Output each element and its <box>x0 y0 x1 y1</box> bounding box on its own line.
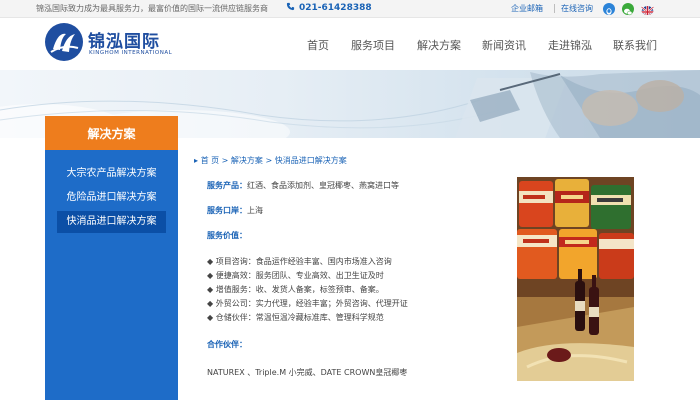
breadcrumb-sep: > <box>221 156 229 165</box>
service-products-label: 服务产品： <box>207 181 247 190</box>
online-consult-link[interactable]: 在线咨询 <box>561 3 593 14</box>
list-item: ◆ 仓储伙伴：常温恒温冷藏标准库、管理科学规范 <box>207 312 384 323</box>
partners-list: NATUREX 、Triple.M 小完威、DATE CROWN皇冠椰枣 <box>207 368 408 377</box>
service-value-label: 服务价值： <box>207 231 247 240</box>
uk-flag-icon[interactable] <box>641 3 654 15</box>
breadcrumb-home[interactable]: 首 页 <box>201 156 220 165</box>
list-item-text: 项目咨询：食品运作经验丰富、国内市场准入咨询 <box>215 257 392 266</box>
service-port-value: 上海 <box>247 206 263 215</box>
sidebar-menu: 大宗农产品解决方案 危险品进口解决方案 快消品进口解决方案 <box>45 150 178 400</box>
bullet-icon: ◆ <box>207 271 216 280</box>
logo-text-cn: 锦泓国际 <box>88 32 160 52</box>
service-port-label: 服务口岸： <box>207 206 247 215</box>
list-item: ◆ 增值服务：收、发货人备案，标签预审、备案。 <box>207 284 384 295</box>
qq-icon[interactable] <box>603 3 615 15</box>
partners-heading: 合作伙伴： <box>207 339 247 350</box>
bullet-icon: ◆ <box>207 257 216 266</box>
service-products: 服务产品：红酒、食品添加剂、皇冠椰枣、燕窝进口等 <box>207 180 399 191</box>
bullet-icon: ◆ <box>207 313 216 322</box>
slogan-text: 锦泓国际致力成为最具服务力，最富价值的国际一流供应链服务商 <box>36 4 268 13</box>
site-header: 锦泓国际 KINGHOM INTERNATIONAL 首页 服务项目 解决方案 … <box>0 18 700 70</box>
nav-solutions[interactable]: 解决方案 <box>417 37 461 53</box>
top-bar: 锦泓国际致力成为最具服务力，最富价值的国际一流供应链服务商 021-614283… <box>0 0 700 18</box>
divider <box>554 4 555 13</box>
service-value: 服务价值： <box>207 230 247 241</box>
hotline: 021-61428388 <box>286 2 372 13</box>
phone-icon <box>286 2 295 11</box>
list-item-text: 便捷高效：服务团队、专业高效、出卫生证及时 <box>215 271 384 280</box>
product-photo-graphic <box>517 177 634 381</box>
list-item: ◆ 外贸公司：实力代理，经验丰富；外贸咨询、代理开证 <box>207 298 408 309</box>
sidebar-header: 解决方案 <box>45 116 178 150</box>
sidebar-item-bulk-agriculture[interactable]: 大宗农产品解决方案 <box>57 163 166 185</box>
breadcrumb-sep: > <box>265 156 273 165</box>
sidebar-title: 解决方案 <box>87 127 136 141</box>
nav-news[interactable]: 新闻资讯 <box>482 37 526 53</box>
wechat-icon[interactable] <box>622 3 634 16</box>
sidebar-item-fmcg-import[interactable]: 快消品进口解决方案 <box>57 211 166 233</box>
phone-number: 021-61428388 <box>299 3 372 13</box>
breadcrumb-current[interactable]: 快消品进口解决方案 <box>275 156 347 165</box>
nav-about[interactable]: 走进锦泓 <box>548 37 592 53</box>
list-item: ◆ 便捷高效：服务团队、专业高效、出卫生证及时 <box>207 270 384 281</box>
logo-text-en: KINGHOM INTERNATIONAL <box>89 50 173 56</box>
list-item-text: 外贸公司：实力代理，经验丰富；外贸咨询、代理开证 <box>215 299 408 308</box>
product-photo <box>517 177 634 381</box>
nav-contact[interactable]: 联系我们 <box>613 37 657 53</box>
sidebar-item-hazardous-import[interactable]: 危险品进口解决方案 <box>57 187 166 209</box>
bullet-icon: ◆ <box>207 285 216 294</box>
corporate-mail-link[interactable]: 企业邮箱 <box>511 3 543 14</box>
kinghom-logo-icon[interactable] <box>44 22 84 62</box>
breadcrumb: ▸ 首 页 > 解决方案 > 快消品进口解决方案 <box>194 155 347 166</box>
list-item: ◆ 项目咨询：食品运作经验丰富、国内市场准入咨询 <box>207 256 392 267</box>
breadcrumb-section[interactable]: 解决方案 <box>231 156 263 165</box>
list-item-text: 增值服务：收、发货人备案，标签预审、备案。 <box>215 285 384 294</box>
nav-home[interactable]: 首页 <box>307 37 329 53</box>
service-products-value: 红酒、食品添加剂、皇冠椰枣、燕窝进口等 <box>247 181 399 190</box>
partners-label: 合作伙伴： <box>207 340 247 349</box>
bullet-icon: ◆ <box>207 299 216 308</box>
service-port: 服务口岸：上海 <box>207 205 263 216</box>
breadcrumb-arrow-icon: ▸ <box>194 156 199 165</box>
list-item-text: 仓储伙伴：常温恒温冷藏标准库、管理科学规范 <box>215 313 384 322</box>
nav-services[interactable]: 服务项目 <box>351 37 395 53</box>
